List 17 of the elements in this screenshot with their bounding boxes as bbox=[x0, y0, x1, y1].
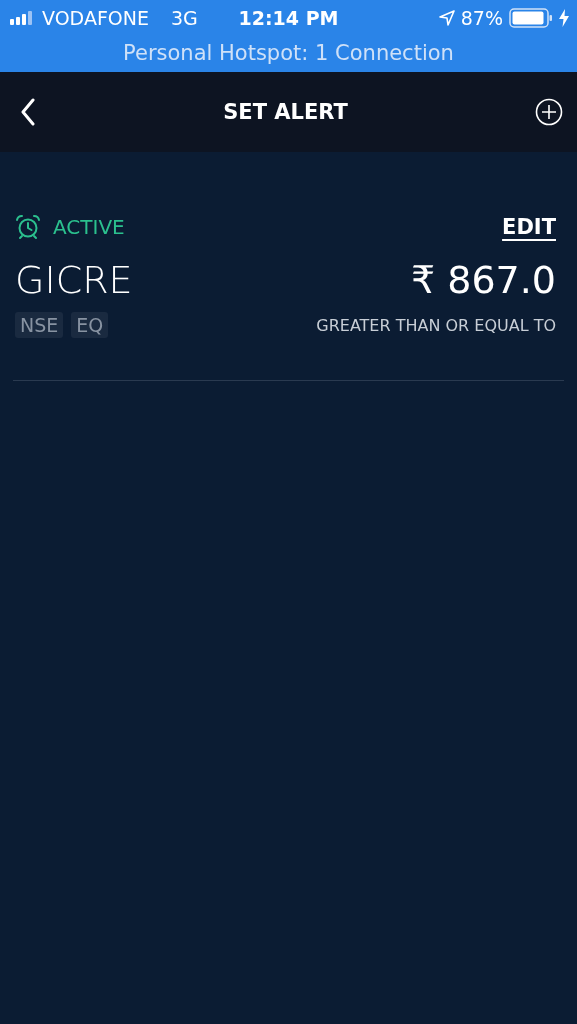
stock-symbol: GICRE bbox=[15, 258, 133, 302]
battery-icon bbox=[509, 8, 553, 28]
alert-price: ₹ 867.0 bbox=[410, 258, 556, 302]
add-button[interactable] bbox=[535, 98, 563, 126]
clock-time: 12:14 PM bbox=[238, 7, 339, 29]
exchange-tag: EQ bbox=[71, 312, 109, 338]
network-type: 3G bbox=[171, 7, 198, 29]
battery-percent: 87% bbox=[460, 7, 503, 29]
alert-condition: GREATER THAN OR EQUAL TO bbox=[316, 315, 556, 335]
back-button[interactable] bbox=[20, 98, 36, 126]
exchange-tag: NSE bbox=[15, 312, 64, 338]
carrier-name: VODAFONE bbox=[42, 7, 149, 29]
alert-status: ACTIVE bbox=[53, 215, 125, 239]
screen-title: SET ALERT bbox=[223, 100, 348, 124]
location-icon bbox=[438, 10, 455, 26]
edit-link[interactable]: EDIT bbox=[502, 215, 556, 239]
charging-icon bbox=[559, 9, 569, 27]
